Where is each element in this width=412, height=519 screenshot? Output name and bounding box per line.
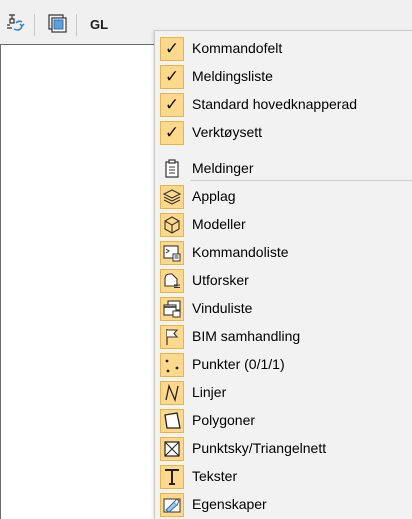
menu-item-label: Applag — [192, 188, 236, 204]
toolbar-separator — [76, 14, 77, 36]
menu-item-punkter[interactable]: Punkter (0/1/1) — [155, 351, 412, 379]
menu-item-applag[interactable]: Applag — [155, 183, 412, 211]
menu-item-label: Kommandoliste — [192, 244, 289, 260]
layers-frame-button[interactable] — [44, 12, 70, 36]
checkmark-icon: ✓ — [160, 65, 184, 89]
flag-icon — [160, 325, 184, 349]
menu-item-label: Kommandofelt — [192, 40, 283, 56]
network-cycle-button[interactable] — [2, 12, 28, 36]
menu-item-kommandofelt[interactable]: ✓ Kommandofelt — [155, 35, 412, 63]
menu-item-meldingsliste[interactable]: ✓ Meldingsliste — [155, 63, 412, 91]
context-menu: ✓ Kommandofelt ✓ Meldingsliste ✓ Standar… — [154, 30, 412, 519]
menu-item-utforsker[interactable]: Utforsker — [155, 267, 412, 295]
menu-item-kommandoliste[interactable]: Kommandoliste — [155, 239, 412, 267]
menu-item-label: Egenskaper — [192, 496, 267, 512]
menu-item-label: Punktsky/Triangelnett — [192, 440, 327, 456]
menu-item-label: Polygoner — [192, 412, 256, 428]
network-cycle-icon — [4, 12, 26, 37]
properties-icon — [160, 493, 184, 517]
gl-label: GL — [89, 16, 109, 32]
menu-item-label: Modeller — [192, 216, 246, 232]
menu-item-polygoner[interactable]: Polygoner — [155, 407, 412, 435]
menu-item-label: BIM samhandling — [192, 328, 301, 344]
menu-item-label: Standard hovedknapperad — [192, 96, 358, 112]
menu-item-label: Tekster — [192, 468, 238, 484]
menu-item-linjer[interactable]: Linjer — [155, 379, 412, 407]
window-list-icon — [160, 297, 184, 321]
menu-item-standard-hovedknapperad[interactable]: ✓ Standard hovedknapperad — [155, 91, 412, 119]
checkmark-icon: ✓ — [160, 93, 184, 117]
menu-item-punktsky-triangelnett[interactable]: Punktsky/Triangelnett — [155, 435, 412, 463]
menu-item-label: Linjer — [192, 384, 227, 400]
menu-item-tekster[interactable]: Tekster — [155, 463, 412, 491]
explorer-icon — [160, 269, 184, 293]
layers-frame-icon — [46, 12, 68, 37]
cube-icon — [160, 213, 184, 237]
menu-item-label: Utforsker — [192, 272, 249, 288]
layers-icon — [160, 185, 184, 209]
menu-item-bim-samhandling[interactable]: BIM samhandling — [155, 323, 412, 351]
clipboard-icon — [160, 157, 184, 181]
menu-item-modeller[interactable]: Modeller — [155, 211, 412, 239]
lines-icon — [160, 381, 184, 405]
menu-item-label: Verktøysett — [192, 124, 263, 140]
menu-item-label: Meldinger — [192, 160, 254, 176]
menu-item-vinduliste[interactable]: Vinduliste — [155, 295, 412, 323]
menu-item-verktoysett[interactable]: ✓ Verktøysett — [155, 119, 412, 147]
menu-item-meldinger[interactable]: Meldinger — [155, 155, 412, 183]
checkmark-icon: ✓ — [160, 37, 184, 61]
menu-item-label: Meldingsliste — [192, 68, 273, 84]
menu-item-egenskaper[interactable]: Egenskaper — [155, 491, 412, 519]
command-list-icon — [160, 241, 184, 265]
checkmark-icon: ✓ — [160, 121, 184, 145]
menu-item-label: Vinduliste — [192, 300, 253, 316]
toolbar-separator — [34, 14, 35, 36]
menu-item-label: Punkter (0/1/1) — [192, 356, 285, 372]
gl-button[interactable]: GL — [84, 12, 114, 36]
triangle-mesh-icon — [160, 437, 184, 461]
polygon-icon — [160, 409, 184, 433]
points-icon — [160, 353, 184, 377]
text-icon — [160, 465, 184, 489]
